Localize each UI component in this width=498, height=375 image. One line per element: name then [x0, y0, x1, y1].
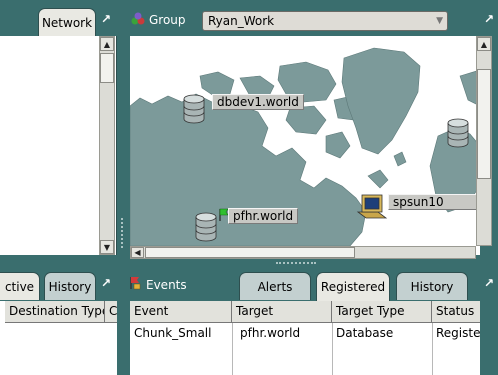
column-header-target[interactable]: Target [232, 301, 332, 323]
scroll-left-button[interactable]: ◀ [131, 247, 144, 258]
scroll-thumb[interactable] [145, 247, 355, 258]
node-label-pfhr[interactable]: pfhr.world [228, 208, 299, 224]
workstation-icon[interactable] [356, 194, 388, 222]
map-horizontal-scrollbar[interactable]: ◀ [130, 246, 476, 259]
column-header-target-type[interactable]: Target Type [332, 301, 432, 323]
column-separator [232, 323, 233, 375]
tab-alerts[interactable]: Alerts [239, 272, 311, 300]
tab-events-history-label: History [410, 279, 454, 294]
scroll-down-button[interactable]: ▼ [100, 240, 114, 254]
column-separator [332, 323, 333, 375]
map-vertical-scrollbar[interactable]: ▲ [476, 36, 492, 246]
node-label-dbdev1[interactable]: dbdev1.world [212, 94, 304, 110]
tab-alerts-label: Alerts [257, 279, 293, 294]
tab-history-label: History [48, 279, 92, 294]
events-table[interactable]: Event Target Target Type Status Chunk_Sm… [130, 301, 480, 375]
tab-history[interactable]: History [44, 272, 96, 300]
database-icon[interactable] [182, 94, 206, 124]
splitter-handle[interactable] [121, 218, 125, 248]
database-icon[interactable] [194, 212, 218, 242]
tab-registered[interactable]: Registered [316, 272, 390, 301]
column-separator [432, 323, 433, 375]
scroll-thumb[interactable] [477, 69, 491, 179]
column-header-status[interactable]: Status [432, 301, 480, 323]
jobs-table[interactable]: Destination Type C [0, 301, 117, 375]
tab-registered-label: Registered [320, 280, 386, 294]
tab-events-history[interactable]: History [396, 272, 468, 300]
group-select[interactable]: Ryan_Work ▼ [202, 11, 448, 31]
scroll-thumb[interactable] [100, 53, 114, 83]
center-divider [117, 0, 130, 375]
tab-active-label: ctive [4, 279, 35, 294]
column-header-event[interactable]: Event [130, 301, 232, 323]
column-header-destination-type[interactable]: Destination Type [5, 301, 105, 323]
cell-event: Chunk_Small [134, 326, 212, 340]
maximize-icon[interactable]: ↗ [101, 13, 111, 25]
scroll-up-button[interactable]: ▲ [100, 37, 114, 51]
network-vertical-scrollbar[interactable]: ▲ ▼ [99, 36, 115, 255]
events-label: Events [146, 278, 187, 292]
maximize-icon[interactable]: ↗ [484, 13, 494, 25]
group-select-value: Ryan_Work [208, 14, 275, 28]
tab-network[interactable]: Network [38, 8, 96, 36]
splitter-handle[interactable] [276, 262, 316, 266]
cell-status: Registere [436, 326, 480, 340]
group-icon [131, 12, 145, 26]
scroll-up-button[interactable]: ▲ [477, 37, 491, 51]
table-row[interactable]: Chunk_Small pfhr.world Database Register… [130, 323, 480, 343]
events-icon [128, 276, 142, 290]
maximize-icon[interactable]: ↗ [484, 277, 494, 289]
column-header-c[interactable]: C [105, 301, 117, 323]
cell-target: pfhr.world [240, 326, 301, 340]
database-icon[interactable] [446, 118, 470, 148]
cell-target-type: Database [336, 326, 394, 340]
tab-network-label: Network [41, 15, 93, 30]
map-land [130, 47, 480, 246]
topology-map[interactable]: dbdev1.world pfhr.world spsun10 [130, 36, 480, 246]
chevron-down-icon: ▼ [436, 16, 443, 26]
maximize-icon[interactable]: ↗ [101, 277, 111, 289]
group-label: Group [149, 13, 186, 27]
node-label-spsun10[interactable]: spsun10 [388, 194, 480, 210]
tab-active[interactable]: ctive [0, 272, 40, 300]
